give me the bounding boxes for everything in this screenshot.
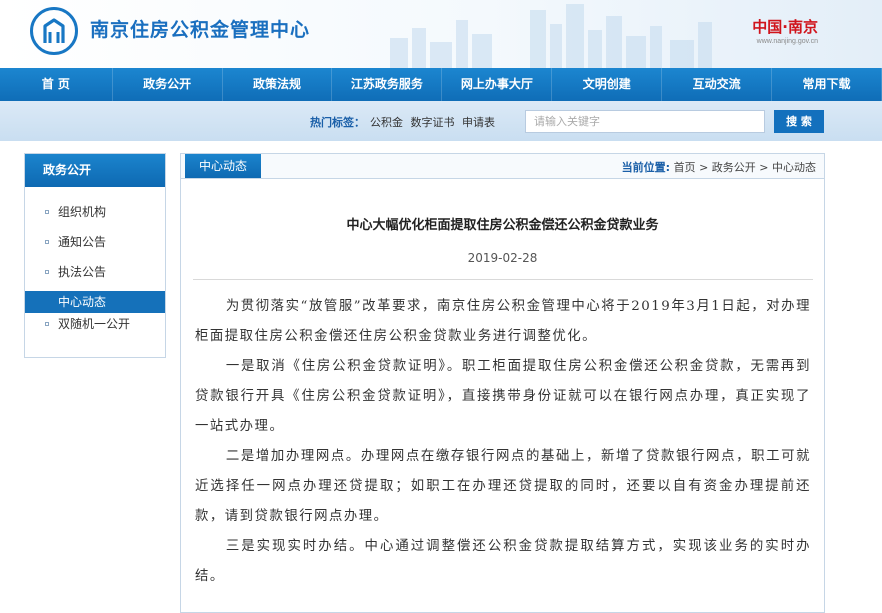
sidebar-item-double-random[interactable]: 双随机一公开 — [25, 313, 165, 335]
sidebar-item-label: 双随机一公开 — [58, 317, 131, 331]
sidebar-item-label: 组织机构 — [58, 205, 107, 219]
breadcrumb-separator: > — [759, 161, 769, 174]
nav-item-interaction[interactable]: 互动交流 — [662, 68, 773, 101]
breadcrumb-home-link[interactable]: 首页 — [674, 161, 696, 174]
city-skyline-decoration — [390, 4, 712, 68]
square-bullet-icon — [45, 322, 49, 326]
site-header: 南京住房公积金管理中心 中国·南京 www.nanjing.gov.cn — [0, 0, 882, 68]
breadcrumb-affairs-link[interactable]: 政务公开 — [712, 161, 756, 174]
sidebar-item-organization[interactable]: 组织机构 — [25, 201, 165, 223]
nav-item-downloads[interactable]: 常用下载 — [772, 68, 882, 101]
article-title: 中心大幅优化柜面提取住房公积金偿还公积金贷款业务 — [346, 218, 659, 233]
hot-tag-link[interactable]: 数字证书 — [411, 116, 455, 129]
sidebar-list: 组织机构 通知公告 执法公告 中心动态 双随机一公开 — [25, 201, 165, 343]
square-bullet-icon — [45, 210, 49, 214]
sidebar-item-label: 中心动态 — [58, 295, 107, 309]
sidebar-item-label: 执法公告 — [58, 265, 107, 279]
nav-item-government-affairs[interactable]: 政务公开 — [113, 68, 223, 101]
nav-item-jiangsu-services[interactable]: 江苏政务服务 — [332, 68, 443, 101]
article-paragraph: 一是取消《住房公积金贷款证明》。职工柜面提取住房公积金偿还公积金贷款，无需再到贷… — [195, 359, 811, 434]
article-body: 为贯彻落实“放管服”改革要求，南京住房公积金管理中心将于2019年3月1日起，对… — [195, 292, 811, 592]
article-paragraph: 二是增加办理网点。办理网点在缴存银行网点的基础上，新增了贷款银行网点，职工可就近… — [195, 449, 811, 524]
hot-tag-link[interactable]: 公积金 — [370, 116, 403, 129]
sidebar-heading: 政务公开 — [25, 154, 165, 187]
hot-tags-label: 热门标签： — [310, 116, 365, 129]
search-bar: 热门标签： 公积金 数字证书 申请表 搜 索 — [0, 101, 882, 141]
search-input[interactable] — [525, 110, 765, 133]
sidebar-item-label: 通知公告 — [58, 235, 107, 249]
site-title[interactable]: 南京住房公积金管理中心 — [90, 15, 310, 42]
square-bullet-icon — [45, 270, 49, 274]
sidebar-item-center-news[interactable]: 中心动态 — [25, 291, 165, 313]
breadcrumb-news-link[interactable]: 中心动态 — [772, 161, 816, 174]
article-date: 2019-02-28 — [467, 251, 538, 265]
hot-tag-link[interactable]: 申请表 — [462, 116, 495, 129]
article-paragraph: 为贯彻落实“放管服”改革要求，南京住房公积金管理中心将于2019年3月1日起，对… — [195, 299, 811, 344]
nav-item-policies[interactable]: 政策法规 — [223, 68, 333, 101]
city-brand-logo[interactable]: 中国·南京 — [752, 16, 818, 37]
tab-center-news[interactable]: 中心动态 — [185, 154, 262, 178]
title-divider — [193, 279, 813, 280]
breadcrumb-separator: > — [699, 161, 709, 174]
breadcrumb: 当前位置: 首页 > 政务公开 > 中心动态 — [622, 159, 816, 175]
breadcrumb-label: 当前位置: — [621, 161, 671, 174]
nav-item-civilization[interactable]: 文明创建 — [552, 68, 663, 101]
nav-item-online-hall[interactable]: 网上办事大厅 — [442, 68, 553, 101]
city-url: www.nanjing.gov.cn — [756, 38, 818, 45]
sidebar: 政务公开 组织机构 通知公告 执法公告 中心动态 双随机一公开 — [24, 153, 166, 358]
search-button[interactable]: 搜 索 — [774, 110, 824, 133]
logo-icon[interactable] — [30, 7, 78, 55]
main-nav: 首 页 政务公开 政策法规 江苏政务服务 网上办事大厅 文明创建 互动交流 常用… — [0, 68, 882, 101]
article-paragraph: 三是实现实时办结。中心通过调整偿还公积金贷款提取结算方式，实现该业务的实时办结。 — [195, 539, 811, 584]
hot-tags: 公积金 数字证书 申请表 — [370, 114, 499, 130]
sidebar-item-enforcement[interactable]: 执法公告 — [25, 261, 165, 283]
main-content: 中心动态 当前位置: 首页 > 政务公开 > 中心动态 中心大幅优化柜面提取住房… — [180, 153, 825, 613]
square-bullet-icon — [45, 240, 49, 244]
sidebar-item-notices[interactable]: 通知公告 — [25, 231, 165, 253]
nav-item-home[interactable]: 首 页 — [0, 68, 113, 101]
content-header: 中心动态 当前位置: 首页 > 政务公开 > 中心动态 — [181, 154, 824, 179]
